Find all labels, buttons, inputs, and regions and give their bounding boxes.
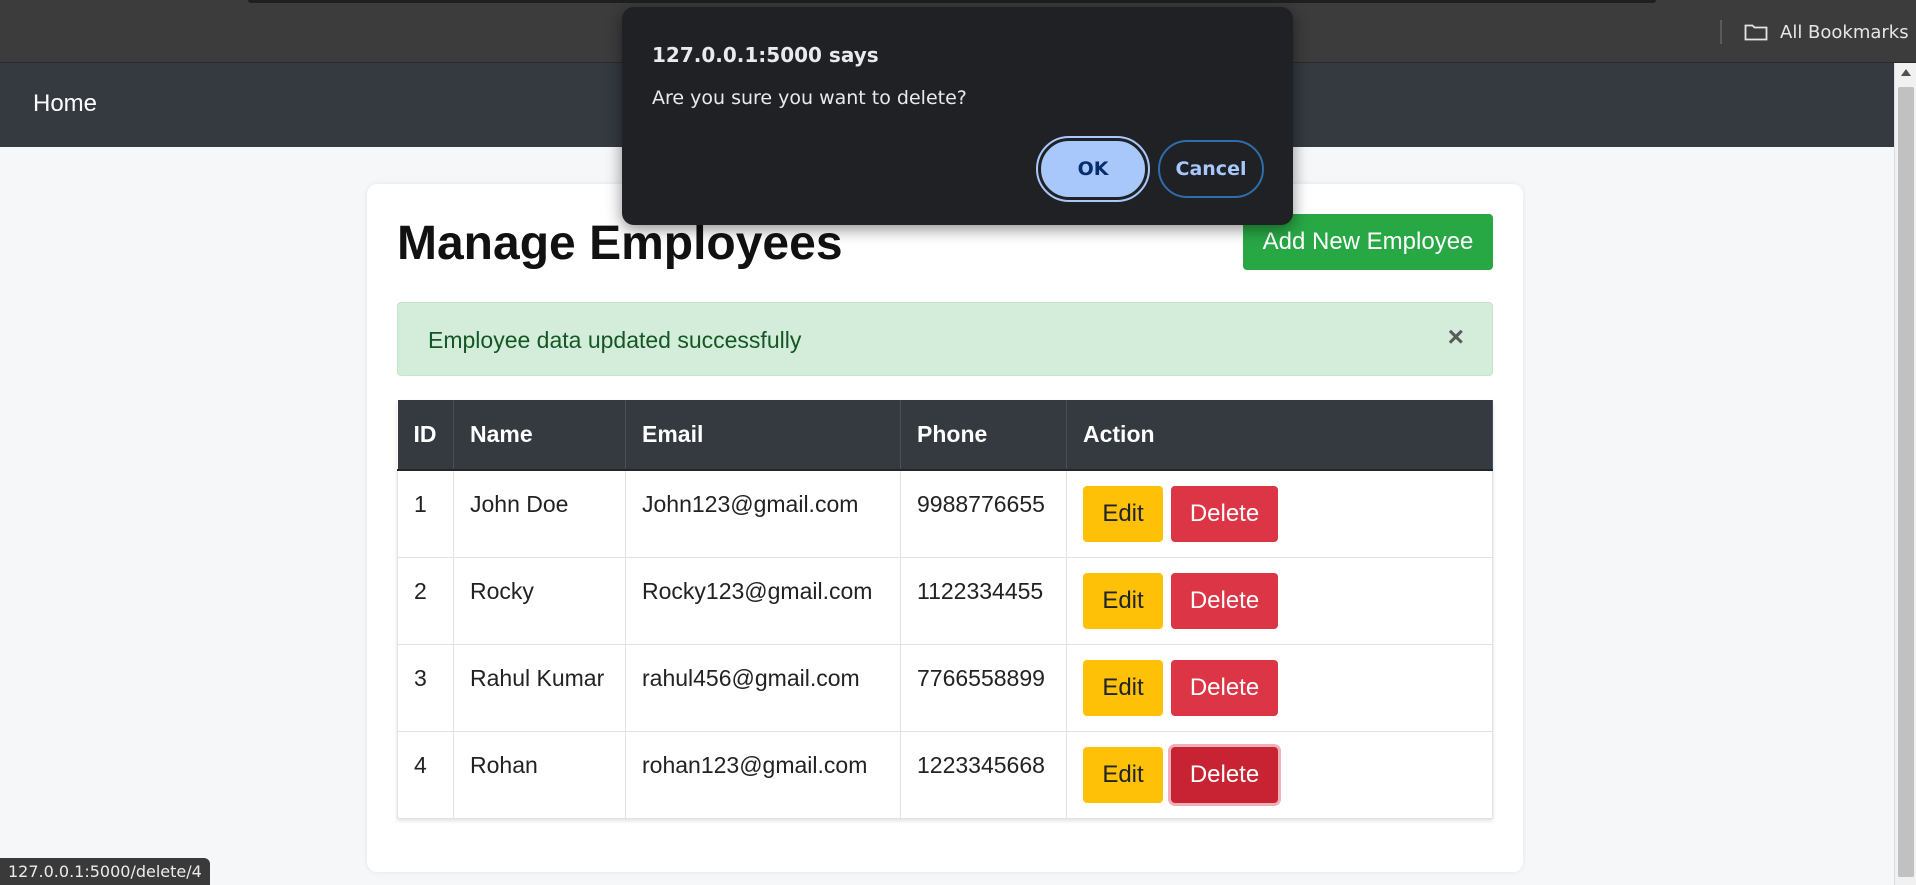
all-bookmarks-button[interactable]: All Bookmarks: [1744, 20, 1909, 44]
delete-button[interactable]: Delete: [1171, 572, 1278, 629]
employee-table: ID Name Email Phone Action 1 John Doe Jo…: [397, 400, 1493, 819]
cell-id: 2: [397, 556, 454, 645]
dialog-message: Are you sure you want to delete?: [652, 87, 967, 109]
bookmarks-divider: [1720, 20, 1722, 44]
success-alert: Employee data updated successfully ×: [397, 302, 1493, 376]
cell-phone: 1122334455: [900, 556, 1067, 645]
omnibox-edge: [248, 0, 1656, 3]
edit-button[interactable]: Edit: [1083, 572, 1163, 629]
all-bookmarks-label: All Bookmarks: [1780, 21, 1909, 43]
page-title-prefix: Manage: [397, 217, 576, 270]
column-header-name: Name: [453, 400, 626, 471]
delete-button[interactable]: Delete: [1171, 486, 1278, 542]
table-row: 3 Rahul Kumar rahul456@gmail.com 7766558…: [397, 643, 1493, 732]
delete-button[interactable]: Delete: [1171, 746, 1278, 803]
alert-message: Employee data updated successfully: [428, 327, 802, 353]
delete-button[interactable]: Delete: [1171, 659, 1278, 716]
scroll-up-arrow-icon[interactable]: [1901, 69, 1911, 76]
edit-button[interactable]: Edit: [1083, 746, 1163, 803]
cell-id: 3: [397, 643, 454, 732]
cell-phone: 1223345668: [900, 730, 1067, 819]
dialog-cancel-button[interactable]: Cancel: [1158, 140, 1264, 198]
table-header-row: ID Name Email Phone Action: [397, 400, 1493, 471]
cell-phone: 7766558899: [900, 643, 1067, 732]
scrollbar-thumb[interactable]: [1898, 87, 1914, 877]
nav-home-link[interactable]: Home: [33, 90, 97, 118]
table-row: 2 Rocky Rocky123@gmail.com 1122334455 Ed…: [397, 556, 1493, 645]
edit-button[interactable]: Edit: [1083, 486, 1163, 542]
table-row: 4 Rohan rohan123@gmail.com 1223345668 Ed…: [397, 730, 1493, 819]
cell-email: rohan123@gmail.com: [625, 730, 901, 819]
dialog-ok-button[interactable]: OK: [1036, 136, 1150, 202]
cell-email: rahul456@gmail.com: [625, 643, 901, 732]
folder-icon: [1744, 23, 1768, 41]
cell-email: Rocky123@gmail.com: [625, 556, 901, 645]
cell-name: Rahul Kumar: [453, 643, 626, 732]
column-header-action: Action: [1066, 400, 1493, 471]
table-row: 1 John Doe John123@gmail.com 9988776655 …: [397, 469, 1493, 558]
column-header-email: Email: [625, 400, 901, 471]
dialog-title: 127.0.0.1:5000 says: [652, 43, 879, 67]
confirm-dialog: 127.0.0.1:5000 says Are you sure you wan…: [622, 7, 1293, 225]
status-url: 127.0.0.1:5000/delete/4: [0, 858, 210, 885]
column-header-id: ID: [397, 400, 454, 471]
edit-button[interactable]: Edit: [1083, 659, 1163, 716]
cell-name: Rocky: [453, 556, 626, 645]
cell-name: Rohan: [453, 730, 626, 819]
cell-phone: 9988776655: [900, 469, 1067, 558]
cell-action: Edit Delete: [1066, 643, 1493, 732]
cell-email: John123@gmail.com: [625, 469, 901, 558]
cell-action: Edit Delete: [1066, 556, 1493, 645]
cell-id: 1: [397, 469, 454, 558]
cell-name: John Doe: [453, 469, 626, 558]
employee-card: Manage Employees Add New Employee Employ…: [367, 184, 1523, 872]
close-icon[interactable]: ×: [1448, 321, 1464, 353]
cell-action: Edit Delete: [1066, 730, 1493, 819]
column-header-phone: Phone: [900, 400, 1067, 471]
cell-id: 4: [397, 730, 454, 819]
cell-action: Edit Delete: [1066, 469, 1493, 558]
page-scrollbar[interactable]: [1894, 63, 1916, 885]
